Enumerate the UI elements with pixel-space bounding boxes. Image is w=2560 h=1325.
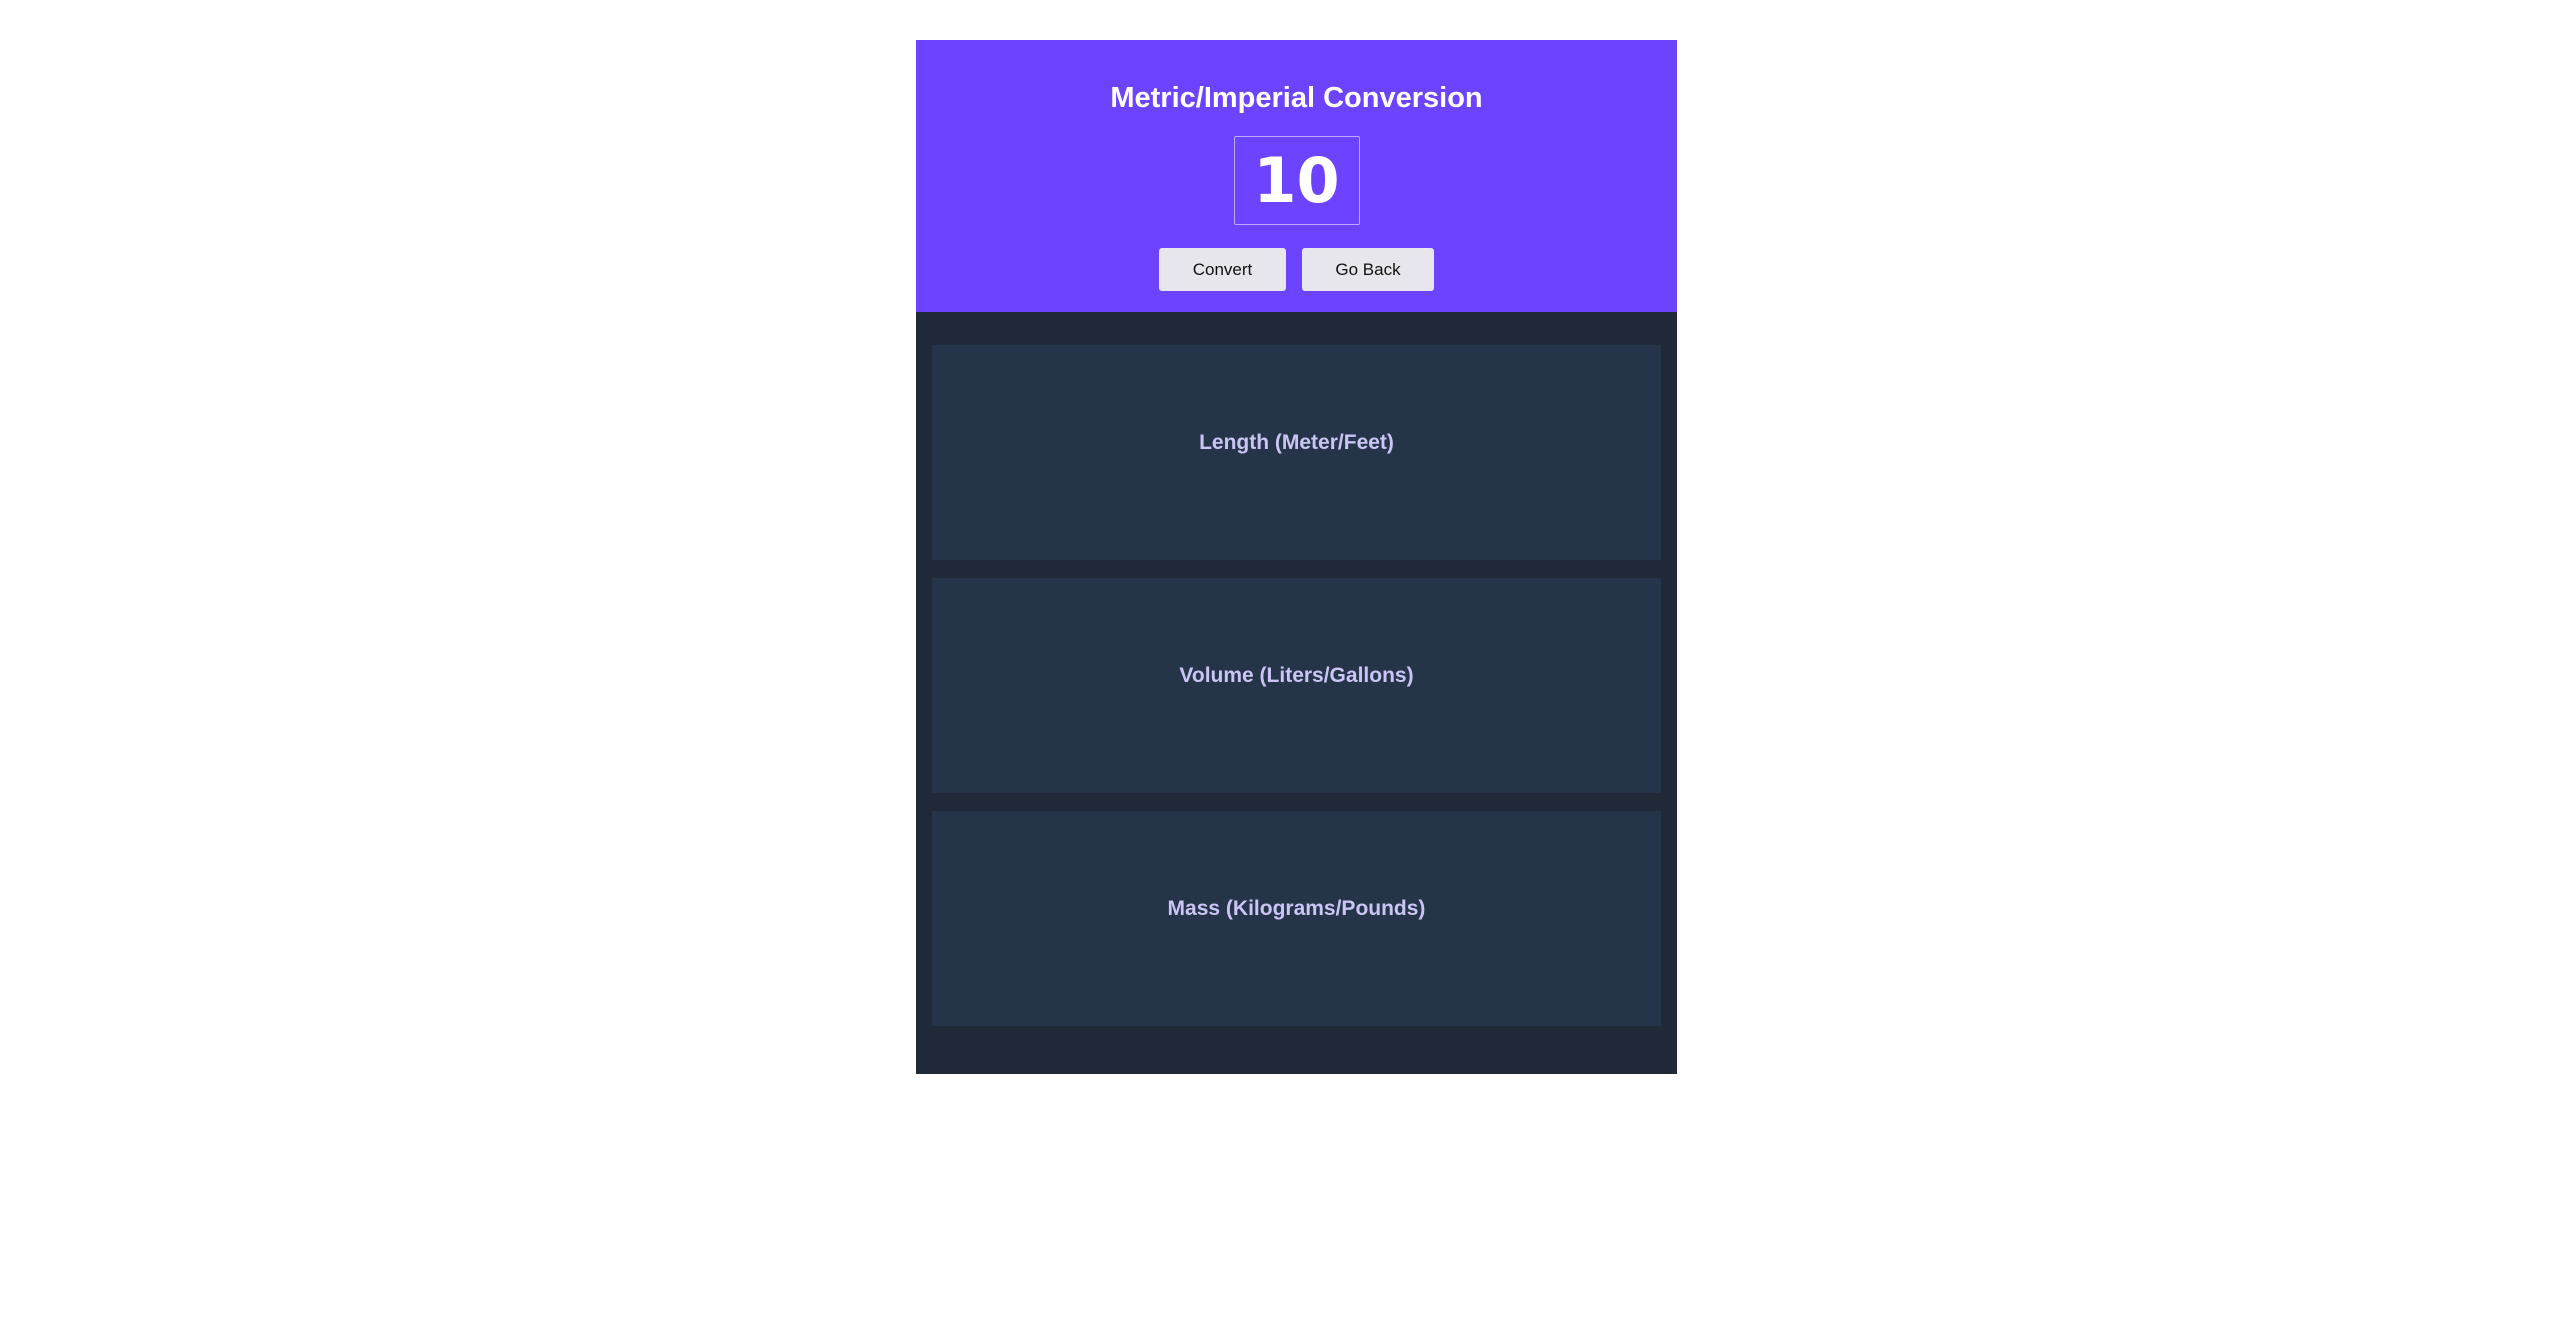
go-back-button[interactable]: Go Back [1302,248,1434,291]
converter-app: Metric/Imperial Conversion Convert Go Ba… [916,40,1677,1074]
length-card-label: Length (Meter/Feet) [1199,431,1394,454]
mass-card-label: Mass (Kilograms/Pounds) [1167,897,1426,920]
volume-card: Volume (Liters/Gallons) [932,578,1661,793]
mass-card: Mass (Kilograms/Pounds) [932,811,1661,1026]
number-input[interactable] [1233,136,1360,225]
conversion-cards: Length (Meter/Feet) Volume (Liters/Gallo… [916,312,1677,1026]
volume-card-label: Volume (Liters/Gallons) [1179,664,1414,687]
convert-button[interactable]: Convert [1159,248,1286,291]
header: Metric/Imperial Conversion Convert Go Ba… [916,40,1677,312]
button-group: Convert Go Back [1159,248,1434,291]
length-card: Length (Meter/Feet) [932,345,1661,560]
page-title: Metric/Imperial Conversion [1110,82,1483,114]
